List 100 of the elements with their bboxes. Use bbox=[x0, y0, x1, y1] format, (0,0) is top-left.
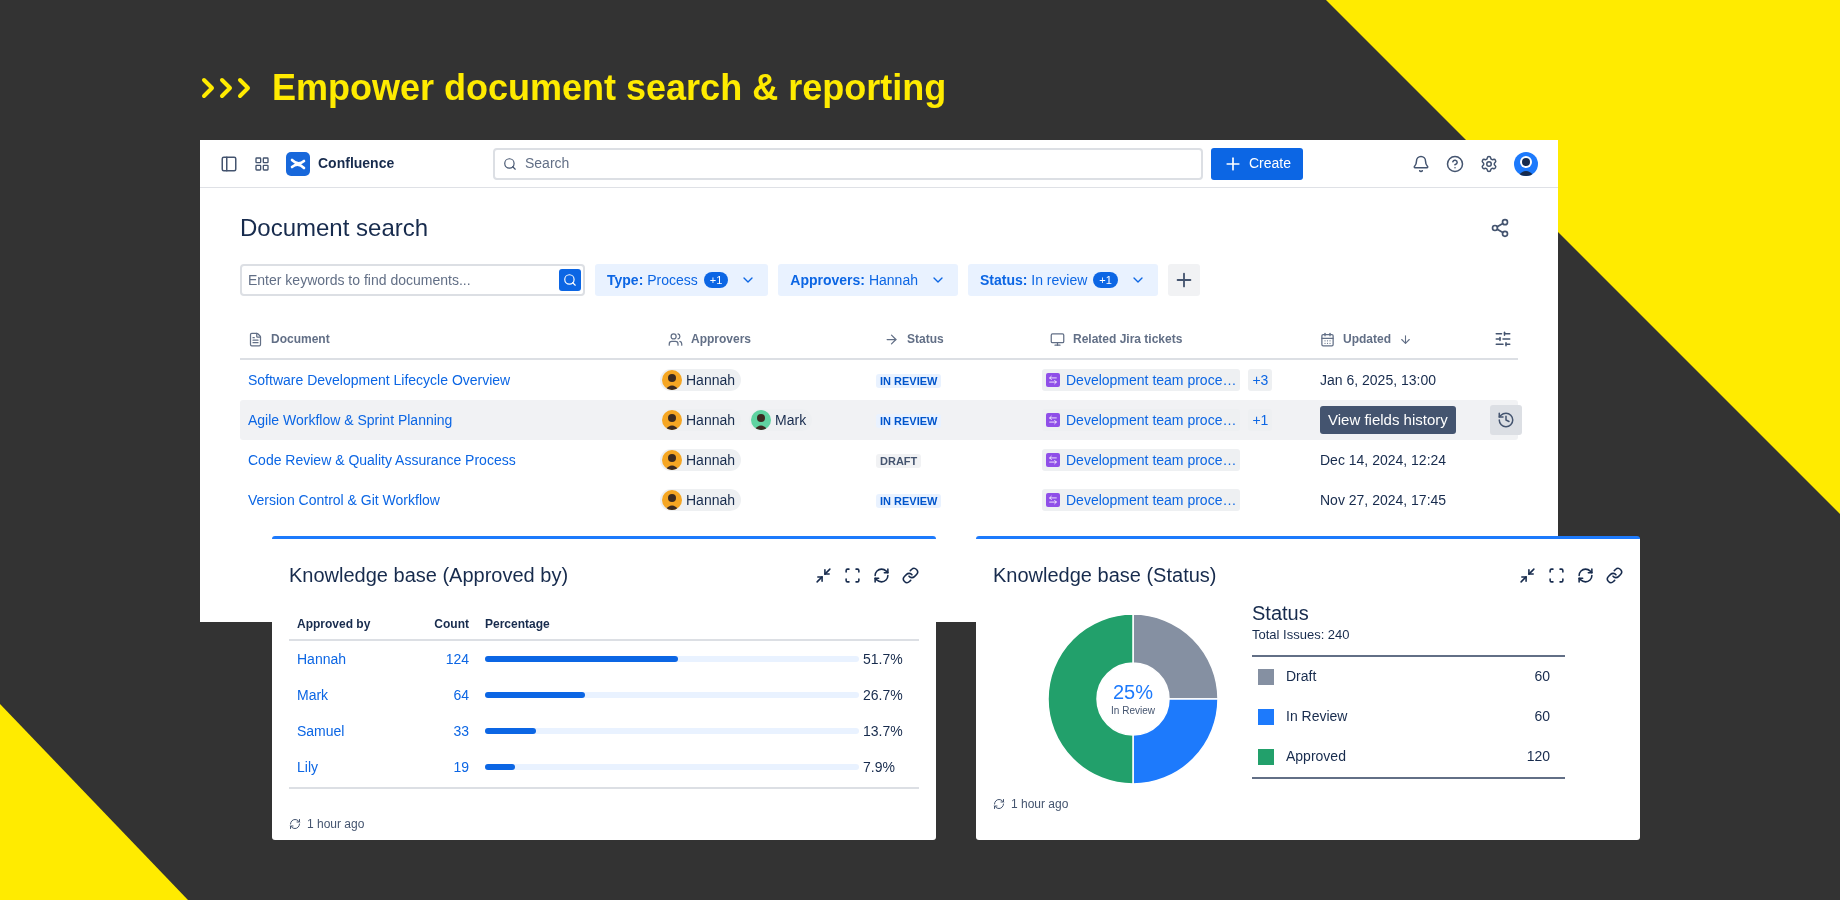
column-header: Count bbox=[434, 616, 469, 633]
fullscreen-icon[interactable] bbox=[844, 566, 861, 584]
updated-date: Dec 14, 2024, 12:24 bbox=[1320, 452, 1447, 468]
table-row[interactable]: Software Development Lifecycle Overview Hannah IN REVIEW Development team proce… +3 Jan 6, 2025, 13:00 bbox=[240, 360, 1518, 400]
sidebar-toggle-icon[interactable] bbox=[220, 154, 238, 173]
percentage: 7.9% bbox=[863, 757, 896, 777]
calendar-icon bbox=[1320, 331, 1335, 347]
status-lozenge: IN REVIEW bbox=[876, 414, 942, 428]
refresh-icon[interactable] bbox=[289, 818, 301, 830]
column-header: Percentage bbox=[484, 616, 551, 633]
notifications-icon[interactable] bbox=[1412, 154, 1430, 173]
count-link[interactable]: 19 bbox=[453, 756, 469, 778]
settings-icon[interactable] bbox=[1480, 154, 1498, 173]
column-header[interactable]: Status bbox=[907, 330, 944, 348]
column-settings-icon[interactable] bbox=[1494, 330, 1512, 348]
user-name: Hannah bbox=[686, 410, 736, 430]
refresh-icon[interactable] bbox=[993, 798, 1005, 810]
count-badge: +1 bbox=[703, 272, 729, 288]
user-name: Hannah bbox=[686, 490, 736, 510]
refresh-icon[interactable] bbox=[873, 566, 890, 584]
more-tickets-count[interactable]: +3 bbox=[1248, 369, 1273, 391]
document-link[interactable]: Version Control & Git Workflow bbox=[248, 492, 440, 508]
document-link[interactable]: Software Development Lifecycle Overview bbox=[248, 372, 511, 388]
ticket-icon bbox=[1046, 413, 1060, 427]
approver-link[interactable]: Lily bbox=[289, 756, 439, 778]
approver-link[interactable]: Mark bbox=[289, 684, 439, 706]
filter-button[interactable]: Approvers: Hannah bbox=[778, 264, 958, 296]
user-name: Mark bbox=[775, 410, 807, 430]
percentage: 13.7% bbox=[863, 721, 904, 741]
ticket-icon bbox=[1046, 373, 1060, 387]
approver-link[interactable]: Samuel bbox=[289, 720, 439, 742]
sort-icon[interactable] bbox=[1399, 332, 1412, 346]
card-title: Knowledge base (Status) bbox=[993, 563, 1217, 588]
approver-link[interactable]: Hannah bbox=[289, 648, 439, 670]
monitor-icon bbox=[1050, 331, 1065, 347]
search-button[interactable] bbox=[559, 269, 581, 291]
status-lozenge: DRAFT bbox=[876, 454, 922, 468]
refresh-icon[interactable] bbox=[1577, 566, 1594, 584]
document-icon bbox=[248, 331, 263, 347]
history-icon bbox=[1497, 411, 1515, 429]
search-field[interactable]: Search bbox=[493, 147, 1203, 180]
filter-button[interactable]: Type: Process +1 bbox=[595, 264, 769, 296]
percentage: 26.7% bbox=[863, 685, 904, 705]
app-switcher-icon[interactable] bbox=[254, 155, 270, 172]
legend-label: Approved bbox=[1286, 747, 1347, 766]
center-value: 25% bbox=[1113, 680, 1153, 703]
keyword-input[interactable]: Enter keywords to find documents... bbox=[248, 269, 559, 291]
center-label: In Review bbox=[1111, 703, 1155, 718]
user-name: Hannah bbox=[686, 450, 736, 470]
status-lozenge: IN REVIEW bbox=[876, 374, 942, 388]
document-link[interactable]: Agile Workflow & Sprint Planning bbox=[248, 412, 453, 428]
count-link[interactable]: 33 bbox=[453, 720, 469, 742]
count-badge: +1 bbox=[1093, 272, 1118, 288]
profile-avatar[interactable] bbox=[1514, 151, 1538, 176]
legend-value: 60 bbox=[1534, 667, 1550, 686]
user-tag[interactable]: Hannah bbox=[660, 369, 742, 391]
minimize-icon[interactable] bbox=[815, 566, 832, 584]
percentage: 51.7% bbox=[863, 649, 904, 669]
user-tag[interactable]: Hannah bbox=[660, 489, 742, 511]
updated-date: Nov 27, 2024, 17:45 bbox=[1320, 492, 1447, 508]
product-name[interactable]: Confluence bbox=[318, 153, 395, 174]
people-icon bbox=[668, 331, 683, 347]
minimize-icon[interactable] bbox=[1519, 566, 1536, 584]
history-button[interactable] bbox=[1490, 405, 1522, 435]
user-tag[interactable]: Hannah bbox=[660, 449, 742, 471]
add-filter-button[interactable] bbox=[1167, 264, 1200, 296]
total-issues: Total Issues: 240 bbox=[1252, 626, 1351, 644]
column-header[interactable]: Document bbox=[271, 330, 330, 348]
count-link[interactable]: 124 bbox=[445, 648, 469, 670]
column-header[interactable]: Related Jira tickets bbox=[1073, 330, 1183, 348]
user-name: Hannah bbox=[686, 370, 736, 390]
link-icon[interactable] bbox=[1606, 566, 1623, 584]
status-lozenge: IN REVIEW bbox=[876, 494, 942, 508]
column-header[interactable]: Updated bbox=[1343, 330, 1391, 348]
filter-button[interactable]: Status: In review +1 bbox=[967, 264, 1158, 296]
search-input[interactable]: Search bbox=[525, 153, 1193, 174]
search-icon bbox=[563, 273, 577, 287]
legend-label: Draft bbox=[1286, 667, 1318, 686]
ticket-icon bbox=[1046, 453, 1060, 467]
share-icon[interactable] bbox=[1490, 218, 1510, 238]
link-icon[interactable] bbox=[902, 566, 919, 584]
fullscreen-icon[interactable] bbox=[1548, 566, 1565, 584]
search-icon bbox=[503, 156, 517, 171]
document-link[interactable]: Code Review & Quality Assurance Process bbox=[248, 452, 516, 468]
keyword-field[interactable]: Enter keywords to find documents... bbox=[240, 264, 585, 296]
tooltip: View fields history bbox=[1320, 405, 1456, 435]
card-title: Knowledge base (Approved by) bbox=[289, 563, 569, 588]
table-row[interactable]: Version Control & Git Workflow Hannah IN REVIEW Development team proce… Nov 27, 2024, 17:45 bbox=[240, 480, 1518, 520]
page-title: Document search bbox=[240, 213, 429, 243]
legend-value: 60 bbox=[1534, 707, 1550, 726]
count-link[interactable]: 64 bbox=[453, 684, 469, 706]
legend-value: 120 bbox=[1526, 747, 1550, 766]
help-icon[interactable] bbox=[1446, 154, 1464, 173]
table-row[interactable]: Code Review & Quality Assurance Process Hannah DRAFT Development team proce… Dec 14, 2024, 12:24 bbox=[240, 440, 1518, 480]
logo-icon bbox=[286, 151, 310, 176]
ticket-icon bbox=[1046, 493, 1060, 507]
create-button[interactable]: Create bbox=[1211, 147, 1304, 180]
updated-time: 1 hour ago bbox=[1011, 796, 1069, 813]
updated-time: 1 hour ago bbox=[307, 816, 365, 833]
column-header[interactable]: Approvers bbox=[691, 330, 752, 348]
